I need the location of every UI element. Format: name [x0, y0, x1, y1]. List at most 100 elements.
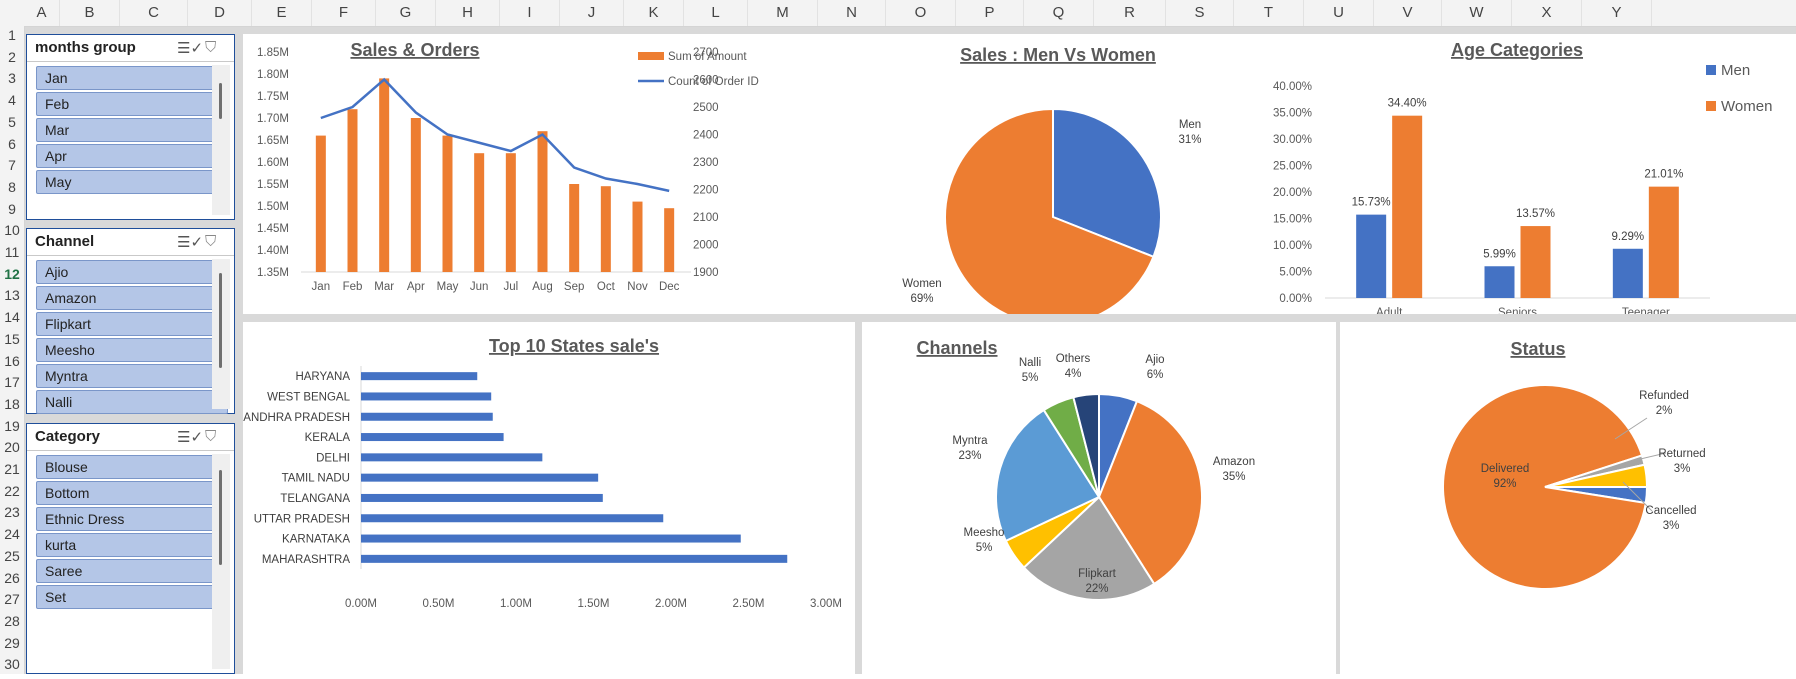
clear-filter-icon[interactable]: ⛉ — [205, 233, 216, 250]
row-header-20[interactable]: 20 — [0, 439, 24, 455]
column-header-f[interactable]: F — [312, 0, 376, 26]
column-header-e[interactable]: E — [252, 0, 312, 26]
slicer-item-ethnic-dress[interactable]: Ethnic Dress — [36, 507, 228, 531]
column-header-v[interactable]: V — [1374, 0, 1442, 26]
column-header-s[interactable]: S — [1166, 0, 1234, 26]
row-header-3[interactable]: 3 — [0, 70, 24, 86]
row-header-15[interactable]: 15 — [0, 331, 24, 347]
y-tick-label: 1.85M — [257, 47, 289, 59]
slicer-item-kurta[interactable]: kurta — [36, 533, 228, 557]
column-header-h[interactable]: H — [436, 0, 500, 26]
bar-sales-mar — [379, 78, 390, 273]
row-header-13[interactable]: 13 — [0, 287, 24, 303]
row-header-5[interactable]: 5 — [0, 114, 24, 130]
row-header-29[interactable]: 29 — [0, 635, 24, 651]
row-header-10[interactable]: 10 — [0, 222, 24, 238]
slicer-item-nalli[interactable]: Nalli — [36, 390, 228, 414]
multi-select-icon[interactable]: ☰✓ — [177, 39, 203, 57]
column-header-w[interactable]: W — [1442, 0, 1512, 26]
y-tick-label: WEST BENGAL — [267, 391, 350, 403]
column-header-t[interactable]: T — [1234, 0, 1304, 26]
slicer-item-set[interactable]: Set — [36, 585, 228, 609]
row-header-28[interactable]: 28 — [0, 613, 24, 629]
row-header-21[interactable]: 21 — [0, 461, 24, 477]
multi-select-icon[interactable]: ☰✓ — [177, 428, 203, 446]
row-header-9[interactable]: 9 — [0, 201, 24, 217]
column-header-b[interactable]: B — [60, 0, 120, 26]
x-tick-label: May — [437, 281, 459, 293]
status-chart-panel[interactable]: Status Cancelled 3% Delivered 92% Refunded 2% R… — [1340, 322, 1796, 674]
row-header-16[interactable]: 16 — [0, 353, 24, 369]
column-header-y[interactable]: Y — [1582, 0, 1652, 26]
row-header-23[interactable]: 23 — [0, 504, 24, 520]
x-tick-label: 3.00M — [810, 598, 842, 610]
bar-state-karnataka — [361, 534, 741, 543]
row-header-17[interactable]: 17 — [0, 374, 24, 390]
slicer-item-apr[interactable]: Apr — [36, 144, 228, 168]
x-tick-label: Feb — [343, 281, 363, 293]
column-header-q[interactable]: Q — [1024, 0, 1094, 26]
slicer-item-jan[interactable]: Jan — [36, 66, 228, 90]
column-header-k[interactable]: K — [624, 0, 684, 26]
bar-state-delhi — [361, 453, 543, 462]
slicer-item-mar[interactable]: Mar — [36, 118, 228, 142]
slicer-scrollbar[interactable] — [219, 273, 222, 368]
x-tick-label: 1.50M — [578, 598, 610, 610]
sales-orders-chart-panel[interactable]: Sales & Orders 1.35M 1.40M 1.45M 1.50M 1.55M 1… — [243, 34, 881, 314]
men-women-chart-panel[interactable]: Sales : Men Vs Women Men 31% Women 69% — [862, 34, 1272, 326]
column-header-p[interactable]: P — [956, 0, 1024, 26]
slicer-item-may[interactable]: May — [36, 170, 228, 194]
column-header-d[interactable]: D — [188, 0, 252, 26]
column-header-x[interactable]: X — [1512, 0, 1582, 26]
column-header-g[interactable]: G — [376, 0, 436, 26]
slicer-item-flipkart[interactable]: Flipkart — [36, 312, 228, 336]
column-header-m[interactable]: M — [748, 0, 818, 26]
slicer-item-myntra[interactable]: Myntra — [36, 364, 228, 388]
row-header-19[interactable]: 19 — [0, 418, 24, 434]
row-header-12[interactable]: 12 — [0, 266, 24, 282]
slicer-item-bottom[interactable]: Bottom — [36, 481, 228, 505]
row-header-7[interactable]: 7 — [0, 157, 24, 173]
row-header-11[interactable]: 11 — [0, 244, 24, 260]
slice-label: Others — [1056, 353, 1091, 365]
channels-chart-panel[interactable]: Channels Ajio 6% Amazon 35% Flipkart 22% Meesho… — [862, 322, 1336, 674]
column-header-i[interactable]: I — [500, 0, 560, 26]
row-header-1[interactable]: 1 — [0, 27, 24, 43]
column-header-o[interactable]: O — [886, 0, 956, 26]
row-header-24[interactable]: 24 — [0, 526, 24, 542]
age-categories-chart-panel[interactable]: Age Categories 0.00% 5.00% 10.00% 15.00% 20.0… — [1250, 34, 1796, 319]
top-states-chart-panel[interactable]: Top 10 States sale's HARYANA WEST BENGAL AN… — [243, 322, 855, 674]
column-header-j[interactable]: J — [560, 0, 624, 26]
column-header-u[interactable]: U — [1304, 0, 1374, 26]
row-header-14[interactable]: 14 — [0, 309, 24, 325]
column-header-c[interactable]: C — [120, 0, 188, 26]
row-header-2[interactable]: 2 — [0, 49, 24, 65]
column-header-a[interactable]: A — [24, 0, 60, 26]
row-header-30[interactable]: 30 — [0, 656, 24, 672]
row-header-25[interactable]: 25 — [0, 548, 24, 564]
y-tick-label: 1.40M — [257, 245, 289, 257]
slicer-title: Category — [35, 428, 101, 445]
slicer-item-amazon[interactable]: Amazon — [36, 286, 228, 310]
column-header-l[interactable]: L — [684, 0, 748, 26]
clear-filter-icon[interactable]: ⛉ — [205, 39, 216, 56]
row-header-6[interactable]: 6 — [0, 136, 24, 152]
column-header-n[interactable]: N — [818, 0, 886, 26]
row-header-22[interactable]: 22 — [0, 483, 24, 499]
slicer-item-saree[interactable]: Saree — [36, 559, 228, 583]
column-header-r[interactable]: R — [1094, 0, 1166, 26]
row-header-8[interactable]: 8 — [0, 179, 24, 195]
slicer-scrollbar[interactable] — [219, 470, 222, 565]
y-tick-label: MAHARASHTRA — [262, 554, 351, 566]
slicer-item-meesho[interactable]: Meesho — [36, 338, 228, 362]
slicer-scrollbar[interactable] — [219, 83, 222, 119]
clear-filter-icon[interactable]: ⛉ — [205, 428, 216, 445]
row-header-27[interactable]: 27 — [0, 591, 24, 607]
slicer-item-feb[interactable]: Feb — [36, 92, 228, 116]
slicer-item-ajio[interactable]: Ajio — [36, 260, 228, 284]
row-header-26[interactable]: 26 — [0, 570, 24, 586]
slicer-item-blouse[interactable]: Blouse — [36, 455, 228, 479]
row-header-18[interactable]: 18 — [0, 396, 24, 412]
multi-select-icon[interactable]: ☰✓ — [177, 233, 203, 251]
row-header-4[interactable]: 4 — [0, 92, 24, 108]
